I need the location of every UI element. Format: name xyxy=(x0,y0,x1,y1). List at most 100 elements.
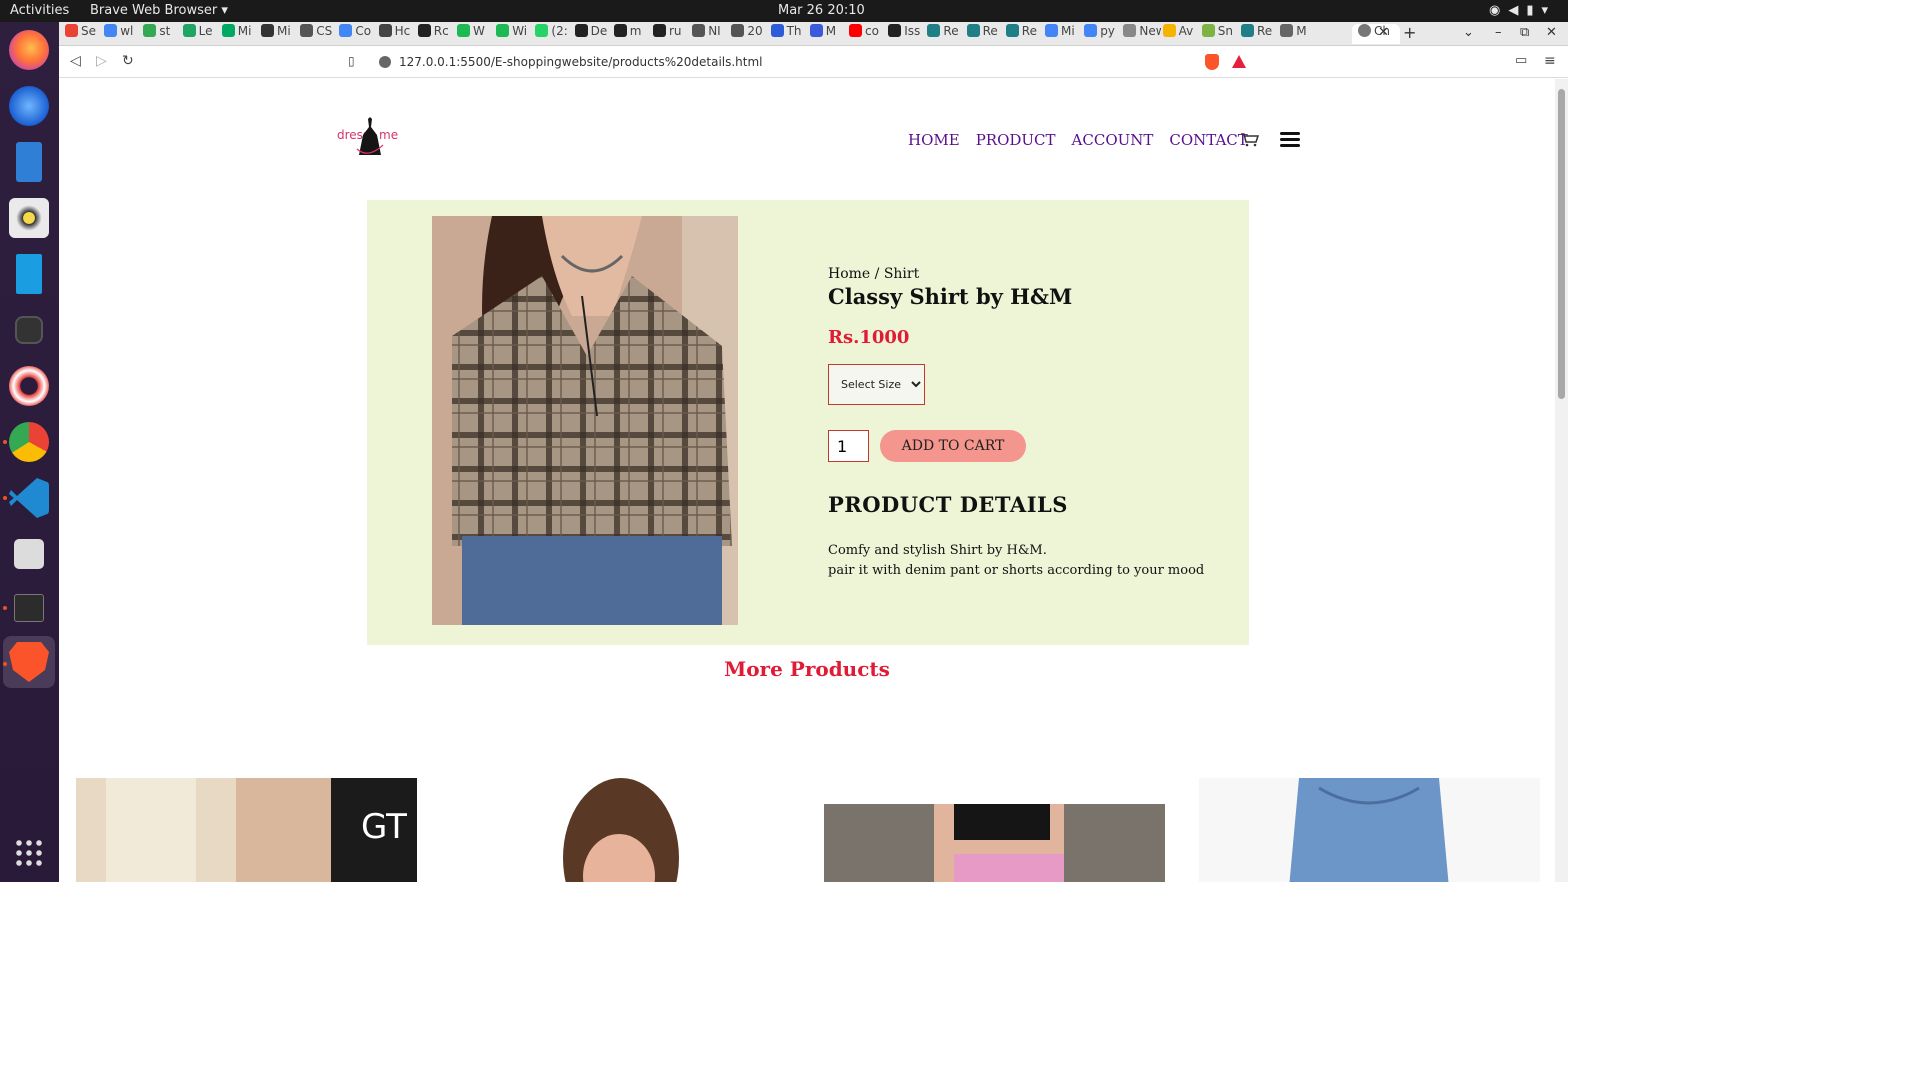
browser-tab[interactable]: M xyxy=(809,24,847,44)
browser-tab[interactable]: Re xyxy=(966,24,1004,44)
dock xyxy=(0,22,59,882)
tab-label: (2: xyxy=(551,24,568,38)
nav-contact[interactable]: CONTACT xyxy=(1169,131,1247,149)
app-menu[interactable]: Brave Web Browser ▾ xyxy=(90,3,228,18)
more-product-card[interactable] xyxy=(824,804,1165,882)
browser-tab[interactable]: st xyxy=(143,24,180,44)
new-tab-button[interactable]: + xyxy=(1403,23,1416,42)
site-logo[interactable]: dress me xyxy=(335,115,399,159)
favicon-icon xyxy=(653,24,666,37)
browser-tab[interactable]: Re xyxy=(1005,24,1043,44)
product-title: Classy Shirt by H&M xyxy=(828,284,1073,309)
vscode-icon[interactable] xyxy=(9,478,49,518)
browser-tab[interactable]: Av xyxy=(1162,24,1200,44)
clock[interactable]: Mar 26 20:10 xyxy=(778,3,865,18)
minimize-icon[interactable]: – xyxy=(1495,25,1502,40)
quantity-input[interactable] xyxy=(828,430,869,462)
nav-account[interactable]: ACCOUNT xyxy=(1072,131,1154,149)
favicon-icon xyxy=(417,24,431,37)
favicon-icon xyxy=(1123,24,1137,37)
brave-shield-icon[interactable] xyxy=(1205,54,1219,70)
browser-tab[interactable]: Re xyxy=(1241,24,1278,44)
browser-tab[interactable]: Rc xyxy=(417,24,455,44)
tab-list-icon[interactable]: ⌄ xyxy=(1463,25,1474,40)
browser-tab[interactable]: W xyxy=(457,24,494,44)
more-product-card[interactable] xyxy=(451,778,792,882)
browser-tab[interactable]: 20 xyxy=(731,24,768,44)
nav-home[interactable]: HOME xyxy=(908,131,960,149)
add-to-cart-button[interactable]: ADD TO CART xyxy=(880,430,1026,462)
browser-tab[interactable]: Hc xyxy=(378,24,416,44)
favicon-icon xyxy=(770,24,784,37)
browser-tab[interactable]: Iss xyxy=(888,24,925,44)
chrome-icon[interactable] xyxy=(9,422,49,462)
product-details: Home / Shirt Classy Shirt by H&M Rs.1000… xyxy=(828,266,1228,581)
cart-icon[interactable] xyxy=(1241,133,1259,147)
browser-tab[interactable]: (2: xyxy=(535,24,572,44)
scrollbar-thumb[interactable] xyxy=(1558,89,1565,399)
browser-tab[interactable]: Se xyxy=(65,24,102,44)
writer-icon[interactable] xyxy=(16,254,42,294)
favicon-icon xyxy=(966,24,980,37)
browser-tab[interactable]: Mi xyxy=(221,24,259,44)
browser-tab[interactable]: NI xyxy=(692,24,729,44)
globe-icon xyxy=(1358,24,1371,37)
tab-active[interactable]: Ch xyxy=(1352,24,1400,44)
close-window-icon[interactable]: ✕ xyxy=(1546,25,1557,40)
more-product-card[interactable] xyxy=(1199,778,1540,882)
activities-button[interactable]: Activities xyxy=(10,3,69,18)
hamburger-menu-icon[interactable] xyxy=(1280,132,1300,148)
back-icon[interactable]: ◁ xyxy=(70,53,81,69)
browser-tab[interactable]: Le xyxy=(182,24,220,44)
browser-tab[interactable]: m xyxy=(613,24,651,44)
browser-tab[interactable]: Sn xyxy=(1201,24,1239,44)
restore-icon[interactable]: ⧉ xyxy=(1520,25,1529,40)
browser-tab[interactable]: py xyxy=(1084,24,1121,44)
browser-tab[interactable]: wl xyxy=(104,24,141,44)
browser-tab[interactable]: co xyxy=(849,24,886,44)
rhythmbox-icon[interactable] xyxy=(9,198,49,238)
forward-icon[interactable]: ▷ xyxy=(96,53,107,69)
product-details-heading: PRODUCT DETAILS xyxy=(828,492,1068,517)
firefox-icon[interactable] xyxy=(9,30,49,70)
product-image[interactable] xyxy=(432,216,738,625)
browser-tab[interactable]: Wi xyxy=(496,24,533,44)
help-icon[interactable] xyxy=(9,366,49,406)
address-bar[interactable]: 127.0.0.1:5500/E-shoppingwebsite/product… xyxy=(371,50,1239,74)
page-scrollbar[interactable] xyxy=(1555,79,1568,882)
browser-tab[interactable]: CS xyxy=(300,24,337,44)
system-tray[interactable]: ◉◀▮▾ xyxy=(1489,3,1556,18)
wallet-icon[interactable]: ▭ xyxy=(1515,53,1527,68)
bookmark-icon[interactable]: ▯ xyxy=(348,54,355,68)
brave-rewards-icon[interactable] xyxy=(1232,55,1246,68)
browser-tab[interactable]: Mi xyxy=(261,24,298,44)
software-icon[interactable] xyxy=(15,316,43,344)
browser-tab[interactable]: New T xyxy=(1123,24,1161,44)
site-info-icon[interactable] xyxy=(379,56,391,68)
more-product-card[interactable]: GT xyxy=(76,778,417,882)
close-tab-icon[interactable]: ✕ xyxy=(1378,25,1389,40)
browser-tab[interactable]: M xyxy=(1280,24,1317,44)
tab-label: Iss xyxy=(904,24,921,38)
terminal-icon[interactable] xyxy=(14,594,44,622)
favicon-icon xyxy=(496,24,510,37)
browser-tab[interactable]: ru xyxy=(653,24,690,44)
reload-icon[interactable]: ↻ xyxy=(122,53,134,69)
size-select[interactable]: Select Size xyxy=(828,364,925,405)
thunderbird-icon[interactable] xyxy=(9,86,49,126)
breadcrumb[interactable]: Home / Shirt xyxy=(828,266,1228,282)
favicon-icon xyxy=(1241,24,1254,37)
browser-tab[interactable]: De xyxy=(574,24,612,44)
browser-tab[interactable]: Re xyxy=(927,24,964,44)
nav-product[interactable]: PRODUCT xyxy=(976,131,1056,149)
files-icon[interactable] xyxy=(16,142,42,182)
browser-tab[interactable]: Th xyxy=(770,24,808,44)
browser-tab[interactable]: Co xyxy=(339,24,376,44)
favicon-icon xyxy=(809,24,823,37)
settings-icon[interactable] xyxy=(14,539,44,569)
main-nav: HOME PRODUCT ACCOUNT CONTACT xyxy=(908,131,1264,149)
show-apps-icon[interactable] xyxy=(14,838,44,868)
browser-menu-icon[interactable]: ≡ xyxy=(1544,53,1556,69)
browser-tab[interactable]: Mi xyxy=(1045,24,1082,44)
tab-label: New T xyxy=(1139,24,1160,38)
